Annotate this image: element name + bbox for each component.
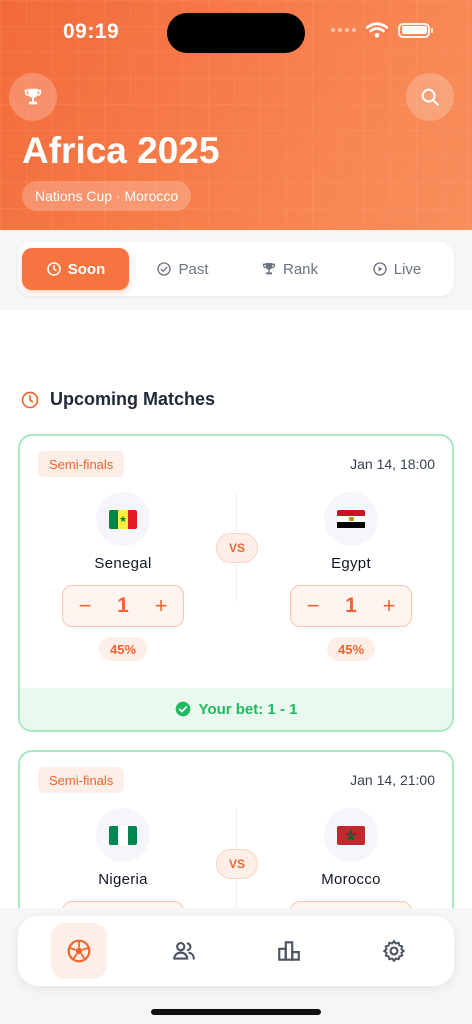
bottom-nav [18, 916, 454, 986]
match-time: Jan 14, 18:00 [350, 456, 435, 472]
signal-icon [331, 28, 356, 32]
users-icon [172, 942, 195, 960]
clock-icon [21, 391, 39, 408]
battery-icon [398, 22, 433, 38]
score-value: 1 [345, 594, 357, 617]
score-value: 1 [117, 594, 129, 617]
team-name: Egypt [331, 555, 371, 572]
tab-rank-label: Rank [282, 260, 319, 278]
score-stepper: − 1 + [62, 585, 184, 627]
tab-soon-label: Soon [67, 260, 106, 278]
nav-settings[interactable] [366, 923, 422, 979]
home-team: ★ Senegal − 1 + 45% [43, 492, 203, 661]
settings-gear-icon [382, 940, 405, 962]
trophy-button[interactable] [9, 73, 57, 121]
stage-badge: Semi-finals [38, 451, 125, 477]
pentagram-icon [345, 829, 357, 841]
tab-live[interactable]: Live [343, 248, 450, 290]
tab-rank[interactable]: Rank [236, 248, 343, 290]
vs-badge: VS [216, 533, 258, 563]
team-flag-container [324, 492, 378, 546]
team-name: Nigeria [98, 871, 148, 888]
bet-confirmation: Your bet: 1 - 1 [20, 688, 452, 730]
win-percentage-badge: 45% [98, 637, 148, 661]
section-title: Upcoming Matches [50, 389, 216, 409]
search-button[interactable] [406, 73, 454, 121]
stage-badge: Semi-finals [38, 767, 125, 793]
trophy-icon [24, 88, 42, 105]
bet-text: Your bet: 1 - 1 [198, 700, 298, 718]
section-header: Upcoming Matches [20, 389, 215, 410]
tab-bar: Soon Past Rank Live [18, 242, 454, 296]
nav-users[interactable] [156, 923, 212, 979]
nigeria-flag [109, 825, 137, 845]
egypt-flag [337, 509, 365, 529]
check-circle-icon [157, 262, 172, 276]
play-circle-icon [373, 262, 387, 276]
tournament-subtitle: Nations Cup · Morocco [22, 181, 192, 211]
decrement-button[interactable]: − [303, 595, 323, 617]
podium-icon [277, 941, 300, 961]
away-team: Egypt − 1 + 45% [271, 492, 431, 661]
morocco-flag [337, 825, 365, 845]
match-time: Jan 14, 21:00 [350, 772, 435, 788]
nav-leaderboard[interactable] [261, 923, 317, 979]
status-time: 09:19 [63, 20, 120, 43]
wifi-icon [366, 22, 388, 38]
trophy-icon [262, 263, 275, 275]
decrement-button[interactable]: − [75, 595, 95, 617]
increment-button[interactable]: + [379, 595, 399, 617]
clock-icon [47, 262, 61, 276]
nav-matches[interactable] [50, 923, 107, 979]
team-name: Morocco [321, 871, 381, 888]
search-icon [421, 88, 439, 106]
tab-live-label: Live [393, 260, 422, 278]
home-indicator [151, 1009, 321, 1015]
score-stepper: − 1 + [290, 585, 412, 627]
dynamic-island [167, 13, 305, 53]
tab-soon[interactable]: Soon [22, 248, 129, 290]
soccer-ball-icon [67, 939, 90, 963]
match-card: Semi-finals Jan 14, 18:00 VS ★ Senegal −… [18, 434, 454, 732]
status-icons [331, 22, 433, 38]
vs-badge: VS [216, 849, 258, 879]
tab-past-label: Past [178, 260, 209, 278]
check-circle-icon [175, 701, 190, 717]
team-flag-container [96, 808, 150, 862]
tab-past[interactable]: Past [129, 248, 236, 290]
team-flag-container: ★ [96, 492, 150, 546]
senegal-flag: ★ [109, 509, 137, 529]
increment-button[interactable]: + [151, 595, 171, 617]
page-title: Africa 2025 [22, 130, 220, 171]
header: 09:19 Africa 2025 Nations Cup · Morocco [0, 0, 472, 230]
win-percentage-badge: 45% [326, 637, 376, 661]
team-flag-container [324, 808, 378, 862]
team-name: Senegal [94, 555, 152, 572]
